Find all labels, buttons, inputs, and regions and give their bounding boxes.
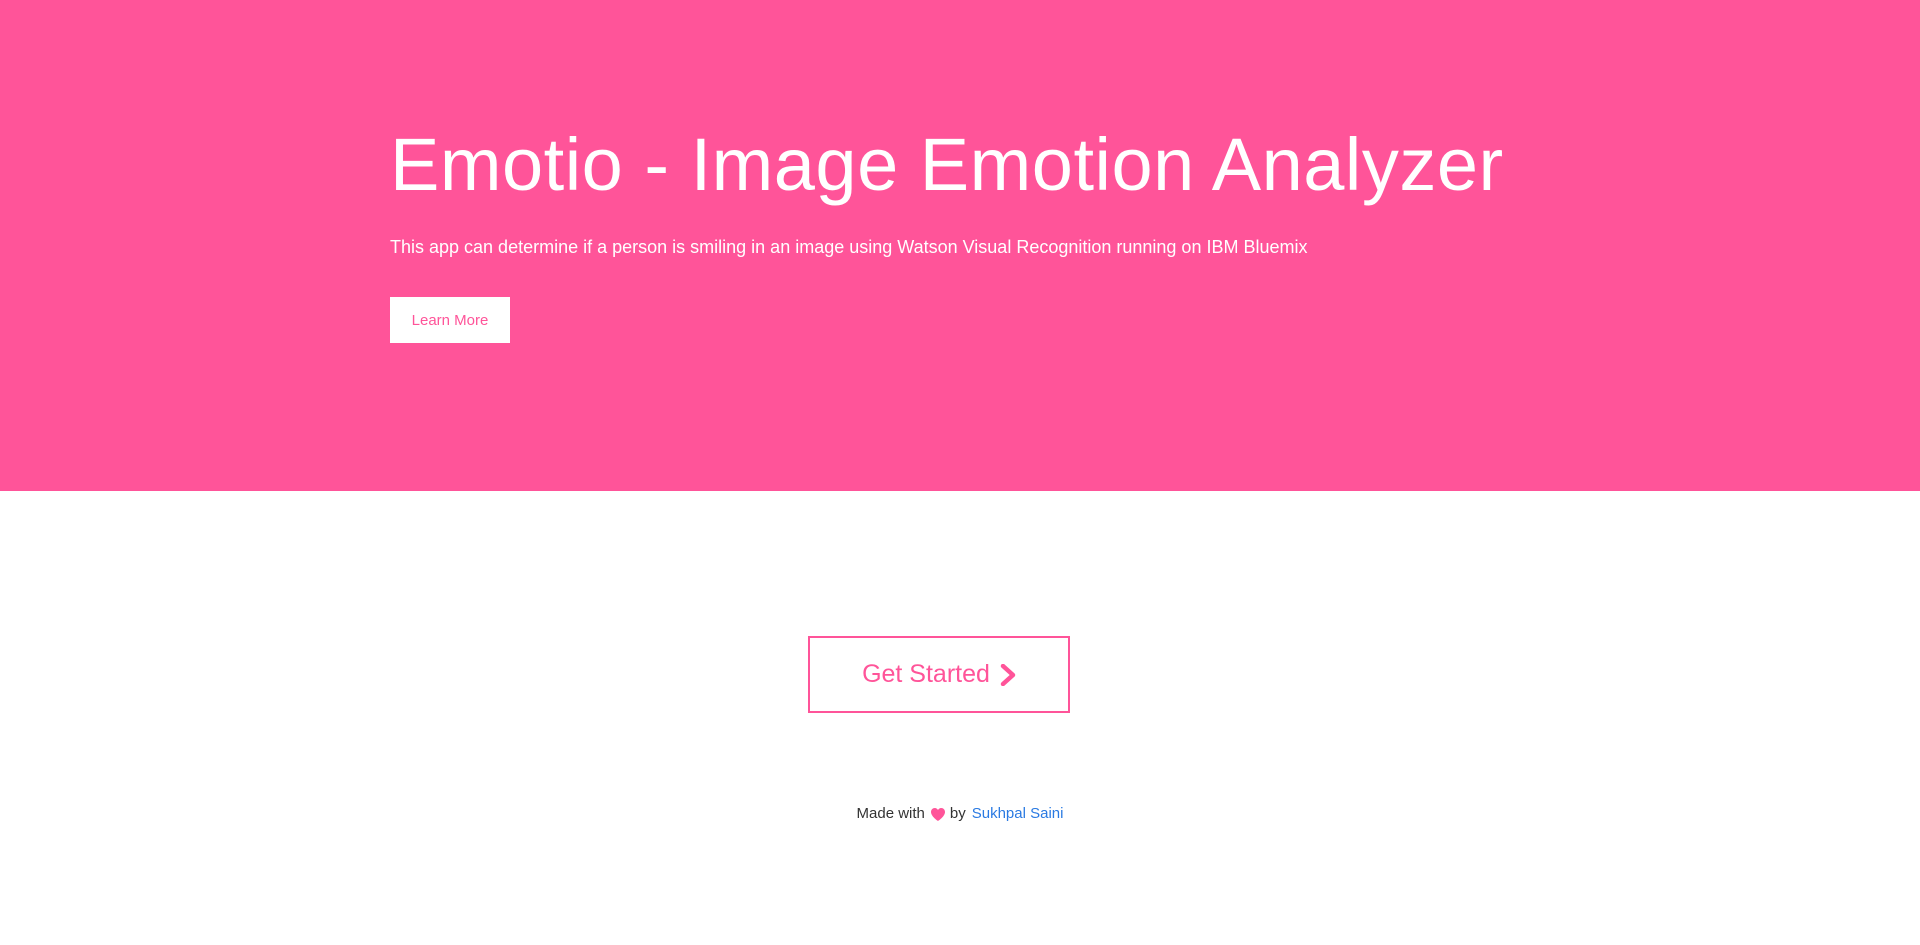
learn-more-button[interactable]: Learn More xyxy=(390,297,510,343)
get-started-label: Get Started xyxy=(862,660,990,688)
hero-subtitle: This app can determine if a person is sm… xyxy=(390,237,1308,257)
chevron-right-icon xyxy=(1000,663,1016,686)
hero-section: Emotio - Image Emotion Analyzer This app… xyxy=(0,0,1920,491)
page-title: Emotio - Image Emotion Analyzer xyxy=(390,123,1504,206)
made-with-text: Made with xyxy=(856,805,925,822)
author-link[interactable]: Sukhpal Saini xyxy=(972,803,1064,825)
get-started-button[interactable]: Get Started xyxy=(808,636,1070,713)
heart-icon xyxy=(930,807,946,822)
by-text: by xyxy=(949,805,966,822)
footer: Made with by Sukhpal Saini xyxy=(0,803,1920,825)
